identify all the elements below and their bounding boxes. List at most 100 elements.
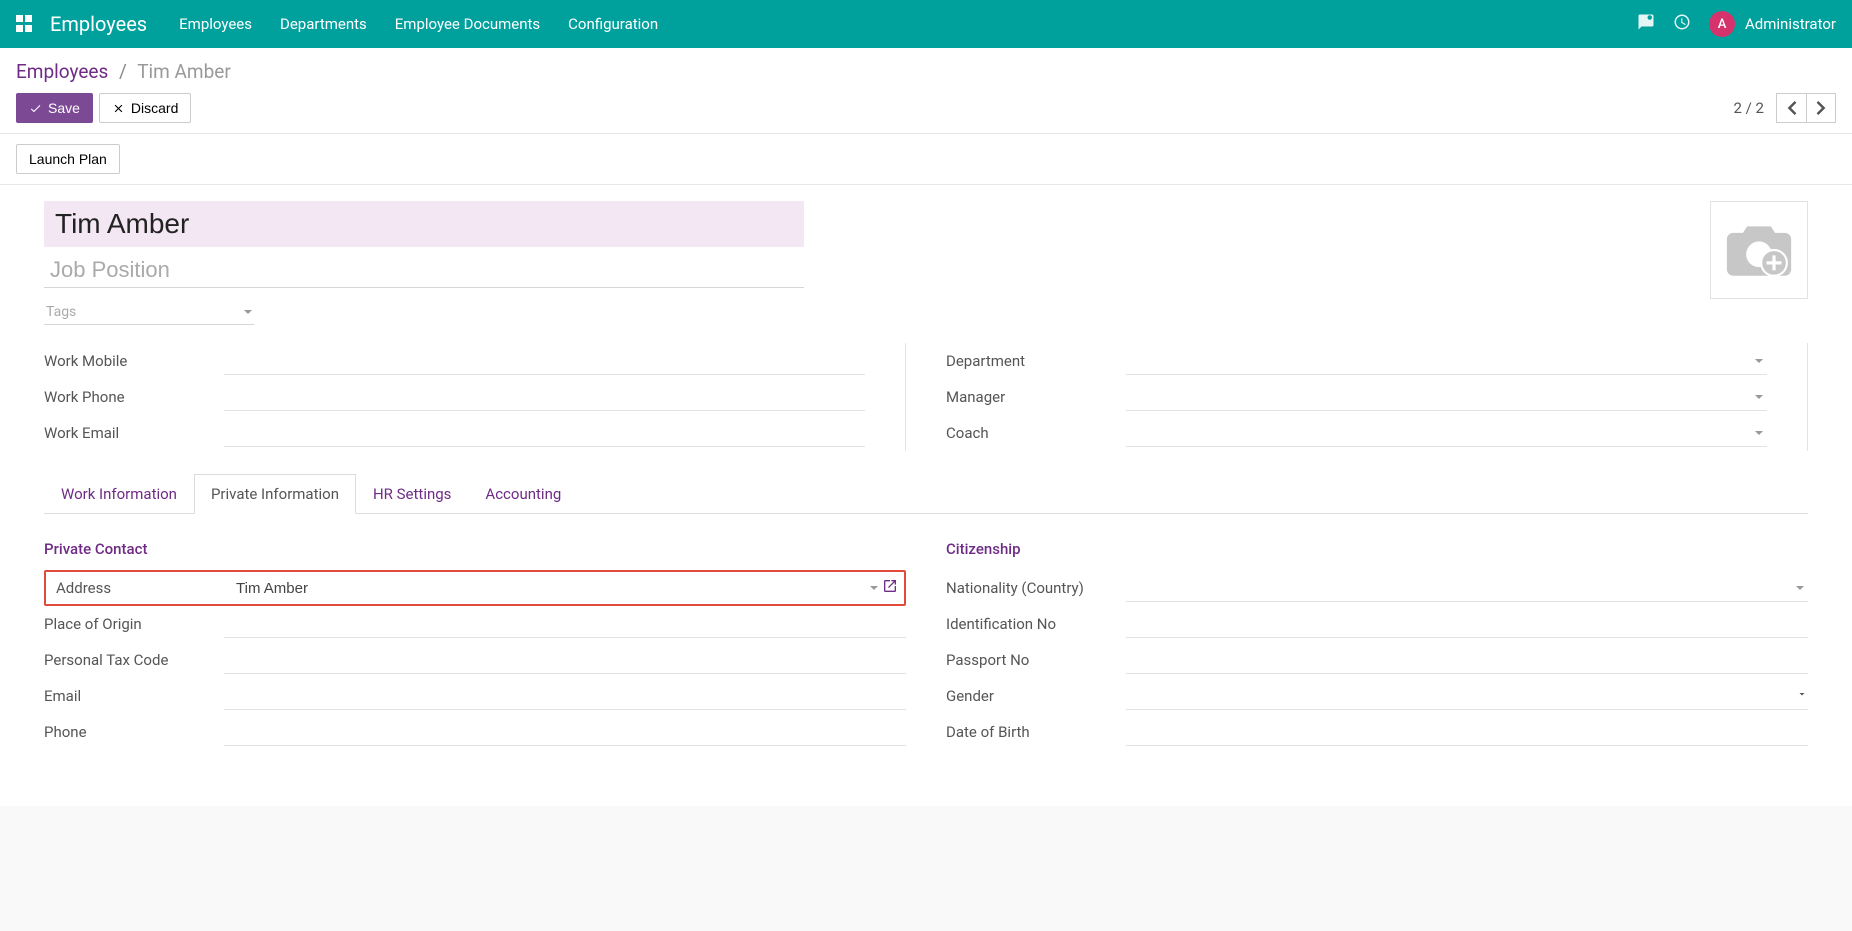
input-personal-tax-code[interactable] <box>224 646 906 674</box>
breadcrumb-root[interactable]: Employees <box>16 60 108 83</box>
field-phone: Phone <box>44 714 906 750</box>
user-menu[interactable]: A Administrator <box>1709 11 1836 37</box>
label-passport-no: Passport No <box>946 651 1126 669</box>
subbar: Launch Plan <box>0 134 1852 185</box>
apps-icon[interactable] <box>16 15 34 33</box>
topbar: Employees Employees Departments Employee… <box>0 0 1852 48</box>
title-column: Tags <box>44 201 804 325</box>
input-email[interactable] <box>224 682 906 710</box>
input-work-phone[interactable] <box>224 383 865 411</box>
nav-employee-documents[interactable]: Employee Documents <box>395 15 540 33</box>
field-coach: Coach <box>946 415 1767 451</box>
discard-button[interactable]: Discard <box>99 93 191 123</box>
pager-prev[interactable] <box>1776 93 1806 123</box>
caret-down-icon <box>1755 359 1763 363</box>
input-manager[interactable] <box>1126 383 1767 411</box>
breadcrumb-sep: / <box>119 60 127 83</box>
field-work-email: Work Email <box>44 415 865 451</box>
tab-hr-settings[interactable]: HR Settings <box>356 474 468 514</box>
chevron-left-icon <box>1787 101 1797 115</box>
tags-placeholder: Tags <box>46 304 76 320</box>
clock-icon[interactable] <box>1673 13 1691 35</box>
chevron-down-icon <box>1796 688 1808 704</box>
label-nationality: Nationality (Country) <box>946 579 1126 597</box>
field-identification-no: Identification No <box>946 606 1808 642</box>
input-identification-no[interactable] <box>1126 610 1808 638</box>
launch-plan-label: Launch Plan <box>29 151 107 167</box>
input-coach[interactable] <box>1126 419 1767 447</box>
caret-down-icon <box>1755 395 1763 399</box>
header-row: Tags <box>44 201 1808 325</box>
field-personal-tax-code: Personal Tax Code <box>44 642 906 678</box>
label-phone: Phone <box>44 723 224 741</box>
tabs: Work Information Private Information HR … <box>44 473 1808 514</box>
camera-plus-icon <box>1724 220 1794 280</box>
input-passport-no[interactable] <box>1126 646 1808 674</box>
input-department[interactable] <box>1126 347 1767 375</box>
chat-icon[interactable] <box>1637 13 1655 35</box>
field-work-phone: Work Phone <box>44 379 865 415</box>
private-right: Citizenship Nationality (Country) Identi… <box>946 540 1808 750</box>
tab-accounting[interactable]: Accounting <box>468 474 578 514</box>
input-work-email[interactable] <box>224 419 865 447</box>
tab-private-information[interactable]: Private Information <box>194 474 356 514</box>
field-passport-no: Passport No <box>946 642 1808 678</box>
tab-work-information[interactable]: Work Information <box>44 474 194 514</box>
input-address[interactable] <box>226 574 898 602</box>
input-nationality[interactable] <box>1126 574 1808 602</box>
pager-next[interactable] <box>1806 93 1836 123</box>
nav-links: Employees Departments Employee Documents… <box>179 15 658 33</box>
external-link-icon[interactable] <box>882 578 898 598</box>
save-label: Save <box>48 100 80 116</box>
field-department: Department <box>946 343 1767 379</box>
input-place-of-origin[interactable] <box>224 610 906 638</box>
nav-employees[interactable]: Employees <box>179 15 252 33</box>
label-place-of-origin: Place of Origin <box>44 615 224 633</box>
label-manager: Manager <box>946 388 1126 406</box>
private-left: Private Contact Address <box>44 540 906 750</box>
breadcrumb-current: Tim Amber <box>137 60 231 83</box>
sheet: Tags Work Mobile Work Phone <box>16 185 1836 766</box>
pager: 2 / 2 <box>1734 93 1837 123</box>
save-button[interactable]: Save <box>16 93 93 123</box>
label-coach: Coach <box>946 424 1126 442</box>
image-upload[interactable] <box>1710 201 1808 299</box>
pager-buttons <box>1776 93 1836 123</box>
address-value-input[interactable] <box>226 576 862 601</box>
field-date-of-birth: Date of Birth <box>946 714 1808 750</box>
launch-plan-button[interactable]: Launch Plan <box>16 144 120 174</box>
label-address: Address <box>46 579 226 597</box>
breadcrumb: Employees / Tim Amber <box>16 60 1836 83</box>
nav-configuration[interactable]: Configuration <box>568 15 658 33</box>
field-work-mobile: Work Mobile <box>44 343 865 379</box>
field-gender: Gender <box>946 678 1808 714</box>
form-wrap: Tags Work Mobile Work Phone <box>0 185 1852 806</box>
employee-name-input[interactable] <box>44 201 804 247</box>
label-work-mobile: Work Mobile <box>44 352 224 370</box>
section-private-contact: Private Contact <box>44 540 906 558</box>
caret-down-icon <box>870 586 878 590</box>
check-icon <box>29 102 42 115</box>
input-date-of-birth[interactable] <box>1126 718 1808 746</box>
job-position-input[interactable] <box>44 253 804 288</box>
input-gender[interactable] <box>1126 682 1808 710</box>
label-date-of-birth: Date of Birth <box>946 723 1126 741</box>
label-work-phone: Work Phone <box>44 388 224 406</box>
topbar-left: Employees Employees Departments Employee… <box>16 12 1637 36</box>
input-work-mobile[interactable] <box>224 347 865 375</box>
basic-col-left: Work Mobile Work Phone Work Email <box>44 343 906 451</box>
nav-departments[interactable]: Departments <box>280 15 367 33</box>
avatar: A <box>1709 11 1735 37</box>
caret-down-icon <box>244 310 252 314</box>
field-email: Email <box>44 678 906 714</box>
label-department: Department <box>946 352 1126 370</box>
label-personal-tax-code: Personal Tax Code <box>44 651 224 669</box>
tags-input[interactable]: Tags <box>44 300 254 325</box>
caret-down-icon <box>1755 431 1763 435</box>
chevron-right-icon <box>1816 101 1826 115</box>
input-phone[interactable] <box>224 718 906 746</box>
control-panel: Employees / Tim Amber Save Discard 2 / 2 <box>0 48 1852 134</box>
field-nationality: Nationality (Country) <box>946 570 1808 606</box>
private-cols: Private Contact Address <box>44 540 1808 750</box>
section-citizenship: Citizenship <box>946 540 1808 558</box>
